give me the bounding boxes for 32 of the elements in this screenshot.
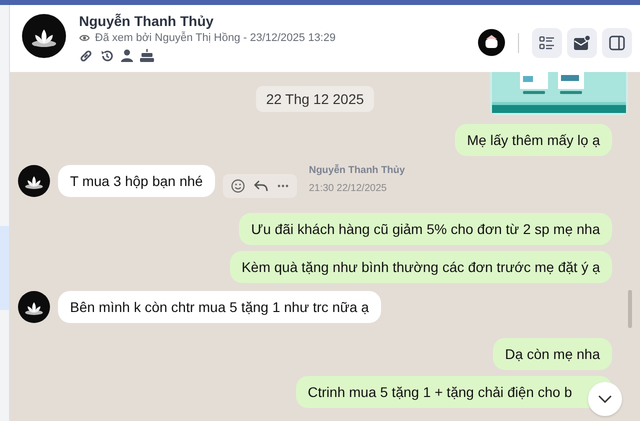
scroll-down-button[interactable] bbox=[588, 382, 622, 416]
panel-icon bbox=[609, 34, 625, 50]
message-bubble: Dạ còn mẹ nha bbox=[493, 338, 612, 370]
history-icon[interactable] bbox=[100, 48, 114, 62]
message-bubble: Ctrinh mua 5 tặng 1 + tặng chải điện cho b bbox=[296, 376, 612, 408]
emoji-icon[interactable] bbox=[230, 179, 245, 193]
avatar bbox=[22, 14, 66, 58]
seen-status: Đã xem bởi Nguyễn Thị Hồng - 23/12/2025 13:29 bbox=[95, 32, 336, 44]
cake-icon[interactable] bbox=[140, 49, 154, 62]
message-bubble: Bên mình k còn chtr mua 5 tặng 1 như trc nữa ạ bbox=[58, 291, 381, 323]
avatar bbox=[18, 165, 50, 197]
message-bubble: T mua 3 hộp bạn nhé bbox=[58, 165, 215, 197]
message-time: 21:30 22/12/2025 bbox=[308, 182, 388, 194]
user-avatar[interactable] bbox=[478, 29, 505, 56]
chevron-down-icon bbox=[598, 395, 612, 403]
envelope-icon bbox=[573, 34, 591, 50]
contact-name: Nguyễn Thanh Thủy bbox=[79, 12, 215, 28]
avatar bbox=[18, 291, 50, 323]
eye-icon bbox=[79, 34, 90, 42]
mail-button[interactable] bbox=[567, 28, 597, 58]
date-separator: 22 Thg 12 2025 bbox=[256, 86, 374, 112]
link-icon[interactable] bbox=[79, 48, 93, 62]
side-panel-button[interactable] bbox=[602, 28, 632, 58]
message-bubble: Mẹ lấy thêm mấy lọ ạ bbox=[454, 124, 612, 156]
sender-name: Nguyễn Thanh Thủy bbox=[308, 164, 405, 176]
list-view-button[interactable] bbox=[532, 28, 562, 58]
more-icon[interactable] bbox=[276, 184, 289, 188]
list-icon bbox=[539, 34, 555, 50]
message-bubble: Ưu đãi khách hàng cũ giảm 5% cho đơn từ 2 sp mẹ nha bbox=[239, 213, 612, 245]
reply-icon[interactable] bbox=[254, 180, 268, 192]
person-icon[interactable] bbox=[121, 49, 133, 62]
message-bubble: Kèm quà tặng như bình thường các đơn trước mẹ đặt ý ạ bbox=[230, 251, 612, 283]
